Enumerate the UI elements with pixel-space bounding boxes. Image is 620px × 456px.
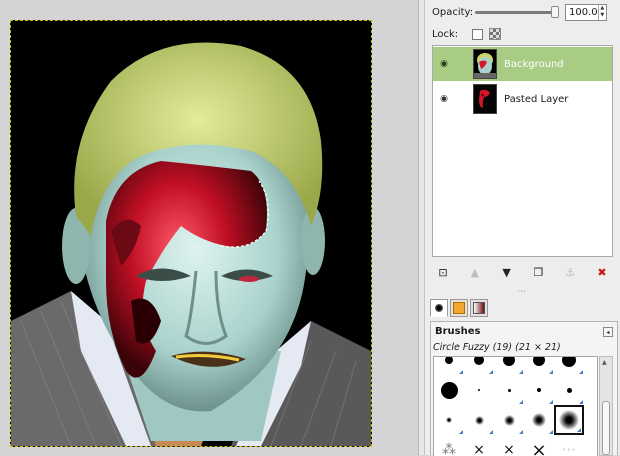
opacity-value[interactable]: 100.0 bbox=[566, 7, 598, 18]
pane-resize-handle[interactable]: ⋯ bbox=[517, 287, 526, 297]
eye-visibility-icon[interactable]: ◉ bbox=[438, 94, 450, 104]
brush-cell[interactable] bbox=[554, 375, 584, 405]
brush-cell[interactable] bbox=[434, 405, 464, 435]
brush-cell[interactable]: ⁂ bbox=[434, 435, 464, 456]
image-canvas[interactable] bbox=[10, 20, 372, 447]
brush-cell[interactable]: × bbox=[524, 435, 554, 456]
layer-row-background[interactable]: ◉ Background bbox=[433, 47, 612, 81]
layer-buttons-bar: ⊡ ▲ ▼ ❐ ⚓ ✖ bbox=[432, 264, 613, 280]
brush-cell[interactable] bbox=[494, 405, 524, 435]
zombie-portrait-image bbox=[11, 21, 371, 446]
opacity-slider[interactable] bbox=[475, 6, 559, 18]
gradients-tab-icon bbox=[473, 302, 485, 314]
brush-cell[interactable] bbox=[464, 357, 494, 375]
duplicate-layer-icon[interactable]: ❐ bbox=[531, 266, 545, 279]
scroll-up-icon[interactable]: ▲ bbox=[602, 359, 607, 366]
brush-cell[interactable] bbox=[464, 405, 494, 435]
brush-cell[interactable] bbox=[524, 357, 554, 375]
current-brush-info: Circle Fuzzy (19) (21 × 21) bbox=[433, 342, 561, 353]
brush-grid-scrollbar[interactable]: ▲ bbox=[599, 356, 613, 456]
tab-brushes[interactable] bbox=[430, 299, 448, 317]
delete-layer-icon[interactable]: ✖ bbox=[595, 266, 609, 279]
brushes-title: Brushes bbox=[435, 326, 481, 337]
lock-pixels-checkbox[interactable] bbox=[472, 28, 483, 40]
scrollbar-thumb[interactable] bbox=[602, 401, 610, 455]
lock-alpha-checkerboard-icon[interactable] bbox=[489, 28, 501, 40]
lower-layer-icon[interactable]: ▼ bbox=[500, 266, 514, 279]
opacity-row: Opacity: 100.0 ▲ ▼ bbox=[432, 2, 618, 22]
patterns-tab-icon bbox=[453, 302, 465, 314]
tab-gradients[interactable] bbox=[470, 299, 488, 317]
brush-cell[interactable]: × bbox=[494, 435, 524, 456]
opacity-label: Opacity: bbox=[432, 6, 474, 18]
lock-label: Lock: bbox=[432, 28, 459, 40]
lock-row: Lock: bbox=[432, 26, 501, 42]
brush-cell[interactable] bbox=[524, 405, 554, 435]
brush-cell[interactable] bbox=[554, 357, 584, 375]
opacity-slider-handle[interactable] bbox=[551, 6, 559, 18]
right-dock-panel: Opacity: 100.0 ▲ ▼ Lock: ◉ Background ◉ … bbox=[424, 0, 620, 456]
spin-arrows-icon[interactable]: ▲ ▼ bbox=[597, 4, 606, 20]
brush-cell[interactable]: ⋯ bbox=[554, 435, 584, 456]
raise-layer-icon[interactable]: ▲ bbox=[468, 266, 482, 279]
layer-row-pasted-layer[interactable]: ◉ Pasted Layer bbox=[433, 82, 612, 116]
brush-cell[interactable] bbox=[494, 375, 524, 405]
face-thumbnail-icon bbox=[473, 49, 497, 79]
brush-cell[interactable] bbox=[434, 357, 464, 375]
image-canvas-area[interactable] bbox=[0, 0, 418, 455]
brushes-panel: Brushes ◂ Circle Fuzzy (19) (21 × 21) ⁂ … bbox=[430, 321, 618, 456]
tab-patterns[interactable] bbox=[450, 299, 468, 317]
brush-cell[interactable] bbox=[524, 375, 554, 405]
brush-cell[interactable]: × bbox=[464, 435, 494, 456]
layer-name[interactable]: Pasted Layer bbox=[504, 94, 568, 105]
new-layer-icon[interactable]: ⊡ bbox=[436, 266, 450, 279]
dock-tab-strip bbox=[430, 299, 488, 321]
brush-grid[interactable]: ⁂ × × × ⋯ bbox=[433, 356, 598, 456]
panel-menu-icon[interactable]: ◂ bbox=[603, 327, 613, 337]
layer-name[interactable]: Background bbox=[504, 59, 564, 70]
layers-list[interactable]: ◉ Background ◉ Pasted Layer bbox=[432, 45, 613, 257]
anchor-layer-icon[interactable]: ⚓ bbox=[563, 266, 577, 279]
red-fragment-thumbnail-icon bbox=[473, 84, 497, 114]
opacity-slider-fill bbox=[475, 11, 559, 14]
brush-cell[interactable] bbox=[494, 357, 524, 375]
brush-cell-selected[interactable] bbox=[554, 405, 584, 435]
opacity-spinbox[interactable]: 100.0 ▲ ▼ bbox=[565, 3, 607, 21]
brush-cell[interactable] bbox=[434, 375, 464, 405]
eye-visibility-icon[interactable]: ◉ bbox=[438, 59, 450, 69]
brush-cell[interactable] bbox=[464, 375, 494, 405]
brushes-tab-icon bbox=[435, 304, 443, 312]
